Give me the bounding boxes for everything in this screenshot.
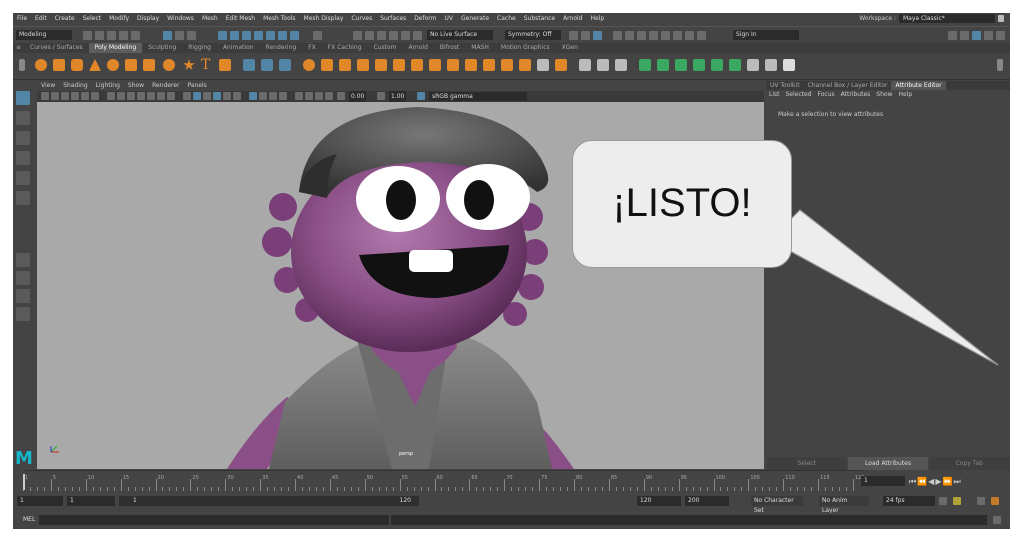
speech-bubble-text: ¡LISTO! [612,181,752,225]
speech-bubble: ¡LISTO! [572,140,792,268]
speech-bubble-tail [769,209,999,366]
